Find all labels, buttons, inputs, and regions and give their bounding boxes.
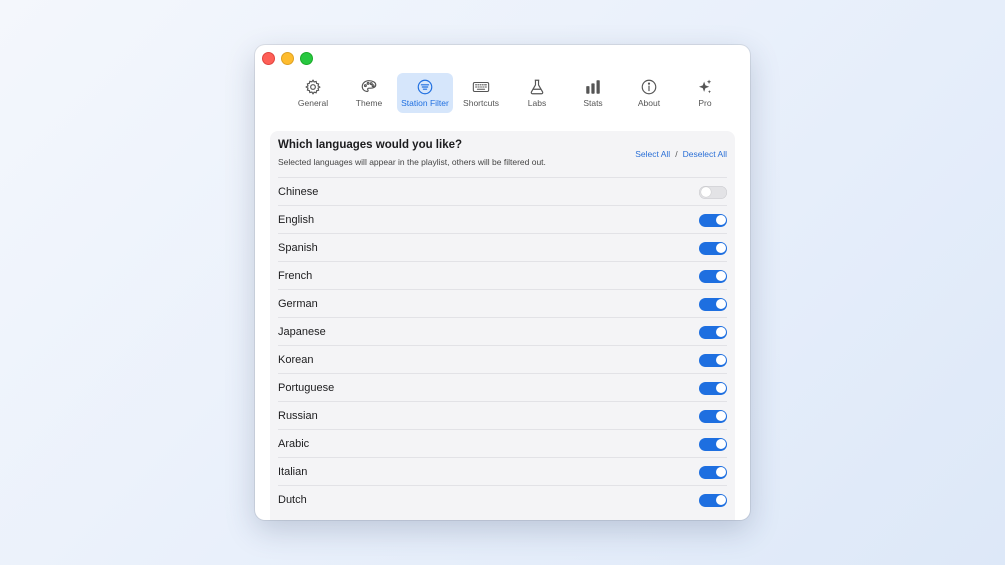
tab-label: Pro (698, 98, 712, 108)
flask-icon (530, 79, 544, 95)
preferences-toolbar: General Theme Station Filter Shortcuts L… (285, 73, 733, 113)
language-name: Portuguese (278, 382, 335, 394)
language-toggle[interactable] (699, 297, 727, 311)
zoom-window-button[interactable] (300, 52, 313, 65)
tab-label: Shortcuts (463, 98, 499, 108)
selection-links: Select All / Deselect All (635, 149, 727, 159)
language-row: Portuguese (278, 373, 727, 401)
select-all-link[interactable]: Select All (635, 149, 670, 159)
tab-pro[interactable]: Pro (677, 73, 733, 113)
language-row: Japanese (278, 317, 727, 345)
panel-title: Which languages would you like? (278, 139, 463, 151)
panel-subtitle: Selected languages will appear in the pl… (278, 157, 546, 167)
language-toggle[interactable] (699, 269, 727, 283)
language-row: Dutch (278, 485, 727, 513)
tab-theme[interactable]: Theme (341, 73, 397, 113)
language-filter-panel: Which languages would you like? Selected… (270, 131, 735, 520)
language-name: Korean (278, 354, 314, 366)
panel-header: Which languages would you like? Selected… (270, 131, 735, 177)
minimize-window-button[interactable] (281, 52, 294, 65)
language-row: Arabic (278, 429, 727, 457)
language-name: Chinese (278, 186, 319, 198)
language-name: Japanese (278, 326, 326, 338)
language-toggle[interactable] (699, 465, 727, 479)
language-row: Korean (278, 345, 727, 373)
tab-label: General (297, 98, 329, 108)
deselect-all-link[interactable]: Deselect All (683, 149, 727, 159)
tab-label: About (637, 98, 661, 108)
language-toggle[interactable] (699, 409, 727, 423)
tab-about[interactable]: About (621, 73, 677, 113)
language-list: Chinese English Spanish French German Japanes… (278, 177, 727, 513)
language-toggle[interactable] (699, 437, 727, 451)
palette-icon (361, 80, 377, 93)
gear-icon (305, 79, 321, 95)
language-row: French (278, 261, 727, 289)
language-row: Chinese (278, 177, 727, 205)
language-toggle[interactable] (699, 325, 727, 339)
tab-label: Labs (527, 98, 547, 108)
language-row: English (278, 205, 727, 233)
language-name: Italian (278, 466, 308, 478)
tab-label: Station Filter (401, 98, 449, 108)
bar-chart-icon (586, 80, 600, 94)
language-row: Spanish (278, 233, 727, 261)
tab-stats[interactable]: Stats (565, 73, 621, 113)
language-name: German (278, 298, 318, 310)
sparkles-icon (698, 79, 712, 94)
language-row: Russian (278, 401, 727, 429)
language-toggle[interactable] (699, 353, 727, 367)
window-controls (262, 52, 313, 65)
tab-station-filter[interactable]: Station Filter (397, 73, 453, 113)
language-row: Italian (278, 457, 727, 485)
language-row: German (278, 289, 727, 317)
language-toggle[interactable] (699, 381, 727, 395)
language-name: English (278, 214, 315, 226)
close-window-button[interactable] (262, 52, 275, 65)
language-name: Arabic (278, 438, 310, 450)
language-toggle[interactable] (699, 241, 727, 255)
filter-list-icon (417, 79, 433, 95)
info-icon (641, 79, 657, 95)
language-toggle[interactable] (699, 493, 727, 507)
tab-labs[interactable]: Labs (509, 73, 565, 113)
language-name: Russian (278, 410, 318, 422)
language-toggle[interactable] (699, 185, 727, 199)
keyboard-icon (472, 81, 490, 93)
tab-label: Stats (583, 98, 603, 108)
language-name: French (278, 270, 313, 282)
tab-general[interactable]: General (285, 73, 341, 113)
tab-label: Theme (355, 98, 383, 108)
preferences-window: General Theme Station Filter Shortcuts L… (255, 45, 750, 520)
link-separator: / (675, 149, 678, 159)
language-name: Spanish (278, 242, 318, 254)
language-toggle[interactable] (699, 213, 727, 227)
tab-shortcuts[interactable]: Shortcuts (453, 73, 509, 113)
language-name: Dutch (278, 494, 307, 506)
